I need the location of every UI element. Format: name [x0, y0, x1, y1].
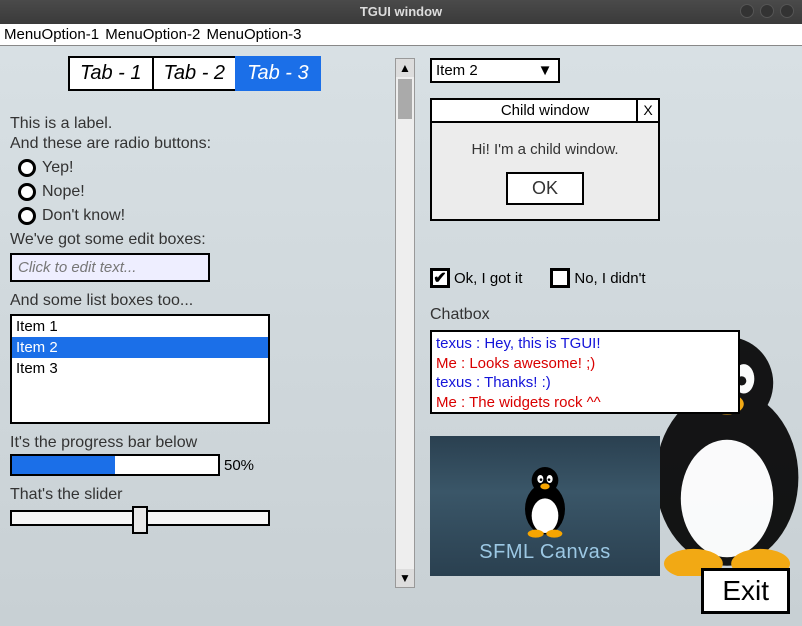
- scroll-up-icon[interactable]: ▲: [396, 59, 414, 77]
- app-body: Tab - 1 Tab - 2 Tab - 3 This is a label.…: [0, 46, 802, 626]
- chat-message: texus : Hey, this is TGUI!: [436, 334, 734, 354]
- radio-icon: [18, 207, 36, 225]
- checkbox-got-it[interactable]: Ok, I got it: [430, 268, 522, 288]
- tabs: Tab - 1 Tab - 2 Tab - 3: [70, 56, 370, 91]
- menu-item-3[interactable]: MenuOption-3: [206, 26, 301, 43]
- canvas-caption: SFML Canvas: [479, 541, 610, 564]
- list-item[interactable]: Item 1: [12, 316, 268, 337]
- close-icon[interactable]: X: [636, 100, 658, 122]
- chat-message: Me : Looks awesome! ;): [436, 354, 734, 374]
- checkbox-icon: [550, 268, 570, 288]
- radio-label: Yep!: [42, 159, 73, 177]
- editbox[interactable]: Click to edit text...: [10, 253, 210, 282]
- label-editboxes: We've got some edit boxes:: [10, 231, 370, 249]
- scrollbar-thumb[interactable]: [398, 79, 412, 119]
- scroll-down-icon[interactable]: ▼: [396, 569, 414, 587]
- child-window[interactable]: Child window X Hi! I'm a child window. O…: [430, 98, 660, 221]
- label-progress: It's the progress bar below: [10, 434, 370, 452]
- scrollbar[interactable]: ▲ ▼: [395, 58, 415, 588]
- label-slider: That's the slider: [10, 486, 370, 504]
- label-listboxes: And some list boxes too...: [10, 292, 370, 310]
- slider[interactable]: [10, 510, 270, 526]
- checkbox-row: Ok, I got it No, I didn't: [430, 268, 646, 288]
- progress-bar: [10, 454, 220, 476]
- left-column: Tab - 1 Tab - 2 Tab - 3 This is a label.…: [10, 56, 370, 532]
- radio-nope[interactable]: Nope!: [18, 183, 370, 201]
- window-title: TGUI window: [360, 4, 442, 19]
- combobox[interactable]: Item 2 ▼: [430, 58, 560, 83]
- chat-message: texus : Thanks! :): [436, 373, 734, 393]
- tab-2[interactable]: Tab - 2: [152, 56, 238, 91]
- radio-icon: [18, 159, 36, 177]
- chevron-down-icon: ▼: [536, 64, 554, 78]
- wm-maximize-icon[interactable]: [760, 4, 774, 18]
- label-chatbox: Chatbox: [430, 306, 490, 324]
- progress-fill: [12, 456, 115, 474]
- chatbox[interactable]: texus : Hey, this is TGUI! Me : Looks aw…: [430, 330, 740, 414]
- radio-icon: [18, 183, 36, 201]
- menu-item-2[interactable]: MenuOption-2: [105, 26, 200, 43]
- checkbox-label: No, I didn't: [574, 270, 645, 287]
- window-titlebar: TGUI window: [0, 0, 802, 24]
- radio-dont-know[interactable]: Don't know!: [18, 207, 370, 225]
- wm-close-icon[interactable]: [780, 4, 794, 18]
- tab-1[interactable]: Tab - 1: [68, 56, 154, 91]
- checkbox-didnt[interactable]: No, I didn't: [550, 268, 645, 288]
- label-intro-2: And these are radio buttons:: [10, 135, 370, 153]
- exit-button[interactable]: Exit: [701, 568, 790, 614]
- tux-canvas-icon: [510, 459, 580, 539]
- list-item[interactable]: Item 3: [12, 358, 268, 379]
- ok-button[interactable]: OK: [506, 172, 584, 205]
- chat-message: Me : The widgets rock ^^: [436, 393, 734, 413]
- progress-value: 50%: [224, 457, 254, 474]
- radio-label: Don't know!: [42, 207, 125, 225]
- child-window-body: Hi! I'm a child window. OK: [432, 123, 658, 219]
- listbox[interactable]: Item 1 Item 2 Item 3: [10, 314, 270, 424]
- child-window-title[interactable]: Child window X: [432, 100, 658, 123]
- sfml-canvas: SFML Canvas: [430, 436, 660, 576]
- wm-minimize-icon[interactable]: [740, 4, 754, 18]
- checkbox-icon: [430, 268, 450, 288]
- combobox-value: Item 2: [436, 62, 478, 79]
- menubar: MenuOption-1 MenuOption-2 MenuOption-3: [0, 24, 802, 46]
- menu-item-1[interactable]: MenuOption-1: [4, 26, 99, 43]
- wm-buttons: [740, 4, 794, 18]
- tab-3[interactable]: Tab - 3: [235, 56, 321, 91]
- checkbox-label: Ok, I got it: [454, 270, 522, 287]
- radio-label: Nope!: [42, 183, 85, 201]
- child-window-title-text: Child window: [501, 102, 589, 119]
- slider-thumb[interactable]: [132, 506, 148, 534]
- list-item[interactable]: Item 2: [12, 337, 268, 358]
- right-column: Item 2 ▼ Child window X Hi! I'm a child …: [430, 58, 770, 83]
- radio-yep[interactable]: Yep!: [18, 159, 370, 177]
- label-intro-1: This is a label.: [10, 115, 370, 133]
- child-window-text: Hi! I'm a child window.: [442, 141, 648, 158]
